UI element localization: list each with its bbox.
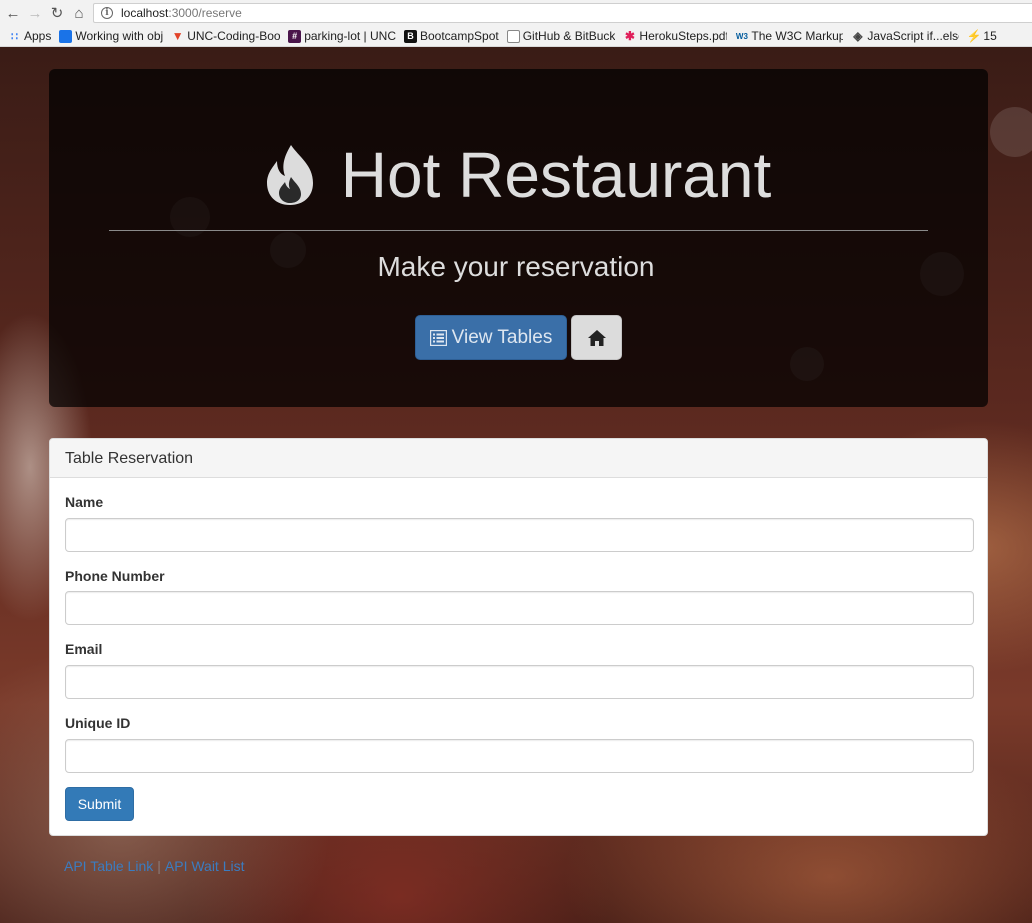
submit-button[interactable]: Submit xyxy=(65,787,134,821)
unique-id-input[interactable] xyxy=(65,739,974,773)
info-icon[interactable]: i xyxy=(101,7,113,19)
browser-toolbar: ← → ↻ ⌂ i localhost:3000/reserve xyxy=(0,0,1032,26)
footer-separator: | xyxy=(157,858,161,874)
unique-id-label: Unique ID xyxy=(65,715,131,731)
bookmark-bootcampspot[interactable]: B BootcampSpot xyxy=(404,29,499,43)
bookmark-github-bitbucket[interactable]: GitHub & BitBuck xyxy=(506,29,615,43)
footer-links: API Table Link | API Wait List xyxy=(64,858,245,874)
bookmarks-bar: ∷ Apps Working with obj ▼ UNC-Coding-Boo… xyxy=(0,26,1032,47)
bookmark-herokusteps[interactable]: ✱ HerokuSteps.pdf xyxy=(623,29,728,43)
diamond-icon: ◈ xyxy=(853,29,863,43)
flame-icon xyxy=(266,145,313,205)
list-icon xyxy=(429,329,447,346)
home-button[interactable] xyxy=(571,315,622,360)
bookmark-parking-lot[interactable]: # parking-lot | UNC xyxy=(288,29,396,43)
divider xyxy=(109,230,928,231)
document-icon xyxy=(506,29,520,43)
url-host: localhost xyxy=(121,6,169,20)
apps-grid-icon: ∷ xyxy=(11,30,18,43)
phone-label: Phone Number xyxy=(65,568,165,584)
reload-icon[interactable]: ↻ xyxy=(48,4,66,22)
api-wait-list-link[interactable]: API Wait List xyxy=(165,858,245,874)
home-icon xyxy=(587,329,606,346)
reservation-panel: Table Reservation Name Phone Number Emai… xyxy=(49,438,988,836)
bolt-icon: ⚡ xyxy=(966,29,982,43)
page-subtitle: Make your reservation xyxy=(377,251,655,282)
bookmark-page-icon xyxy=(59,29,73,43)
bookmark-apps[interactable]: ∷ Apps xyxy=(8,29,51,43)
bookmark-working-with-obj[interactable]: Working with obj xyxy=(59,29,163,43)
bookmark-w3c-markup[interactable]: W3 The W3C Markup xyxy=(735,29,844,43)
api-table-link[interactable]: API Table Link xyxy=(64,858,153,874)
slack-icon: # xyxy=(288,29,302,43)
email-label: Email xyxy=(65,641,103,657)
bootcampspot-icon: B xyxy=(404,29,417,43)
forward-arrow-icon[interactable]: → xyxy=(26,4,44,22)
w3c-icon: W3 xyxy=(735,31,748,41)
bookmark-unc-coding[interactable]: ▼ UNC-Coding-Boo xyxy=(171,29,280,43)
address-bar[interactable]: i localhost:3000/reserve xyxy=(93,3,1032,23)
view-tables-button[interactable]: View Tables xyxy=(415,315,567,360)
phone-input[interactable] xyxy=(65,591,974,625)
slack-icon: ✱ xyxy=(624,29,635,43)
name-input[interactable] xyxy=(65,518,974,552)
email-input[interactable] xyxy=(65,665,974,699)
name-label: Name xyxy=(65,494,104,510)
bookmark-javascript-ifelse[interactable]: ◈ JavaScript if...else xyxy=(851,29,959,43)
page-title: Hot Restaurant xyxy=(0,135,1032,215)
panel-heading: Table Reservation xyxy=(50,439,987,478)
view-tables-label: View Tables xyxy=(451,326,553,348)
bookmark-15[interactable]: ⚡ 15 xyxy=(966,29,996,43)
gitlab-icon: ▼ xyxy=(171,29,184,43)
home-nav-icon[interactable]: ⌂ xyxy=(70,4,88,22)
restaurant-name: Hot Restaurant xyxy=(340,139,772,211)
url-path: :3000/reserve xyxy=(168,6,242,20)
back-arrow-icon[interactable]: ← xyxy=(4,4,22,22)
